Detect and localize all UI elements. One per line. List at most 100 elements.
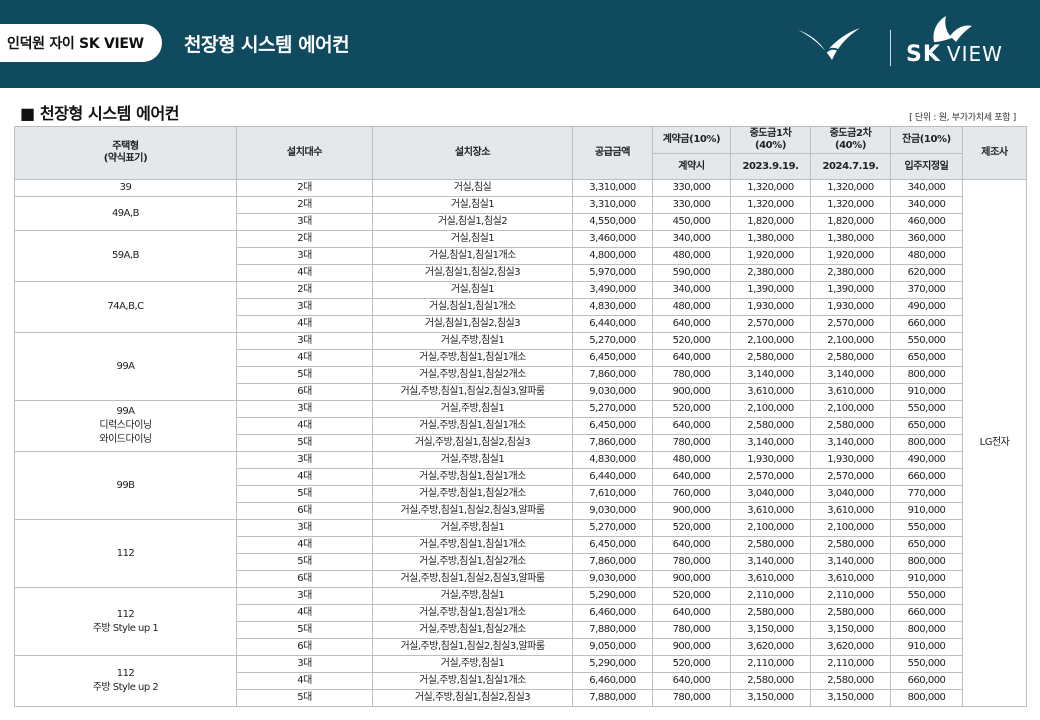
price-cell: 5,290,000 bbox=[572, 587, 653, 605]
contract-cell: 520,000 bbox=[652, 655, 731, 673]
mid2-cell: 2,570,000 bbox=[810, 468, 891, 486]
location-cell: 거실,주방,침실1 bbox=[372, 587, 573, 605]
mid1-cell: 2,580,000 bbox=[730, 417, 811, 435]
location-cell: 거실,주방,침실1,침실1개소 bbox=[372, 349, 573, 367]
balance-cell: 800,000 bbox=[890, 366, 963, 384]
price-cell: 5,270,000 bbox=[572, 400, 653, 418]
mid1-cell: 2,100,000 bbox=[730, 400, 811, 418]
mid2-cell: 2,570,000 bbox=[810, 315, 891, 333]
contract-cell: 640,000 bbox=[652, 468, 731, 486]
units-cell: 4대 bbox=[236, 468, 373, 486]
mid2-cell: 3,140,000 bbox=[810, 553, 891, 571]
price-cell: 5,970,000 bbox=[572, 264, 653, 282]
mid2-cell: 3,040,000 bbox=[810, 485, 891, 503]
units-cell: 6대 bbox=[236, 502, 373, 520]
mid2-cell: 2,110,000 bbox=[810, 587, 891, 605]
contract-cell: 340,000 bbox=[652, 281, 731, 299]
price-cell: 5,270,000 bbox=[572, 519, 653, 537]
mid2-cell: 2,580,000 bbox=[810, 417, 891, 435]
mid2-cell: 1,320,000 bbox=[810, 179, 891, 197]
mid2-cell: 2,100,000 bbox=[810, 400, 891, 418]
contract-cell: 330,000 bbox=[652, 196, 731, 214]
contract-cell: 780,000 bbox=[652, 366, 731, 384]
contract-cell: 900,000 bbox=[652, 638, 731, 656]
mid1-cell: 3,150,000 bbox=[730, 689, 811, 707]
price-cell: 4,830,000 bbox=[572, 298, 653, 316]
units-cell: 4대 bbox=[236, 349, 373, 367]
mid1-cell: 1,320,000 bbox=[730, 179, 811, 197]
balance-cell: 800,000 bbox=[890, 689, 963, 707]
location-cell: 거실,주방,침실1,침실1개소 bbox=[372, 536, 573, 554]
header-balance-date: 입주지정일 bbox=[890, 153, 963, 180]
location-cell: 거실,침실1 bbox=[372, 281, 573, 299]
units-cell: 2대 bbox=[236, 196, 373, 214]
contract-cell: 590,000 bbox=[652, 264, 731, 282]
location-cell: 거실,침실1,침실2 bbox=[372, 213, 573, 231]
bird-logo-icon bbox=[798, 28, 860, 60]
table-row: 39 2대 거실,침실 3,310,000 330,000 1,320,000 1,320,… bbox=[14, 179, 1027, 707]
units-cell: 3대 bbox=[236, 451, 373, 469]
mid1-cell: 3,140,000 bbox=[730, 434, 811, 452]
price-cell: 6,460,000 bbox=[572, 604, 653, 622]
price-cell: 4,550,000 bbox=[572, 213, 653, 231]
mid2-cell: 2,580,000 bbox=[810, 349, 891, 367]
table-row: 59A,B 2대 거실,침실1 3,460,000 340,000 1,380,000 1,… bbox=[14, 230, 1027, 282]
mid2-cell: 3,140,000 bbox=[810, 434, 891, 452]
contract-cell: 780,000 bbox=[652, 621, 731, 639]
units-cell: 4대 bbox=[236, 672, 373, 690]
mid1-cell: 1,920,000 bbox=[730, 247, 811, 265]
location-cell: 거실,주방,침실1,침실1개소 bbox=[372, 468, 573, 486]
mid2-cell: 2,110,000 bbox=[810, 655, 891, 673]
header-type-text: 주택형 (약식표기) bbox=[103, 141, 148, 164]
units-cell: 5대 bbox=[236, 485, 373, 503]
price-cell: 4,800,000 bbox=[572, 247, 653, 265]
contract-cell: 780,000 bbox=[652, 553, 731, 571]
contract-cell: 780,000 bbox=[652, 434, 731, 452]
location-cell: 거실,침실1,침실2,침실3 bbox=[372, 264, 573, 282]
sk-view-logo: SK VIEW bbox=[906, 42, 1003, 67]
location-cell: 거실,침실1,침실1개소 bbox=[372, 247, 573, 265]
table-row: 112 3대 거실,주방,침실1 5,270,000 520,000 2,100,000 2… bbox=[14, 519, 1027, 588]
mid2-cell: 2,580,000 bbox=[810, 536, 891, 554]
price-cell: 6,450,000 bbox=[572, 417, 653, 435]
mid2-cell: 1,390,000 bbox=[810, 281, 891, 299]
mid2-cell: 2,100,000 bbox=[810, 519, 891, 537]
units-cell: 3대 bbox=[236, 298, 373, 316]
price-cell: 7,880,000 bbox=[572, 621, 653, 639]
location-cell: 거실,주방,침실1,침실2,침실3,알파룸 bbox=[372, 383, 573, 401]
contract-cell: 640,000 bbox=[652, 672, 731, 690]
units-cell: 2대 bbox=[236, 179, 373, 197]
complex-name-badge: 인덕원 자이 SK VIEW bbox=[0, 24, 162, 62]
unit-type-cell: 59A,B bbox=[14, 230, 237, 282]
contract-cell: 640,000 bbox=[652, 349, 731, 367]
units-cell: 3대 bbox=[236, 213, 373, 231]
location-cell: 거실,침실 bbox=[372, 179, 573, 197]
mid1-cell: 2,570,000 bbox=[730, 468, 811, 486]
mid1-cell: 2,580,000 bbox=[730, 536, 811, 554]
balance-cell: 620,000 bbox=[890, 264, 963, 282]
table-row: 112 주방 Style up 1 3대 거실,주방,침실1 5,290,000 520,… bbox=[14, 587, 1027, 656]
location-cell: 거실,침실1,침실1개소 bbox=[372, 298, 573, 316]
balance-cell: 660,000 bbox=[890, 315, 963, 333]
contract-cell: 640,000 bbox=[652, 417, 731, 435]
balance-cell: 480,000 bbox=[890, 247, 963, 265]
units-cell: 5대 bbox=[236, 689, 373, 707]
header-mid1: 중도금1차 (40%) bbox=[730, 126, 811, 154]
contract-cell: 900,000 bbox=[652, 502, 731, 520]
contract-cell: 480,000 bbox=[652, 451, 731, 469]
mid2-cell: 1,380,000 bbox=[810, 230, 891, 248]
balance-cell: 340,000 bbox=[890, 196, 963, 214]
mid1-cell: 2,580,000 bbox=[730, 604, 811, 622]
mid2-cell: 1,320,000 bbox=[810, 196, 891, 214]
units-cell: 3대 bbox=[236, 655, 373, 673]
balance-cell: 770,000 bbox=[890, 485, 963, 503]
balance-cell: 910,000 bbox=[890, 502, 963, 520]
balance-cell: 650,000 bbox=[890, 417, 963, 435]
location-cell: 거실,주방,침실1 bbox=[372, 400, 573, 418]
header-contract: 계약금(10%) bbox=[652, 126, 731, 154]
header-price: 공급금액 bbox=[572, 126, 653, 180]
location-cell: 거실,주방,침실1,침실2개소 bbox=[372, 485, 573, 503]
price-cell: 6,440,000 bbox=[572, 315, 653, 333]
mid2-cell: 3,610,000 bbox=[810, 570, 891, 588]
page-title: 천장형 시스템 에어컨 bbox=[184, 34, 350, 56]
